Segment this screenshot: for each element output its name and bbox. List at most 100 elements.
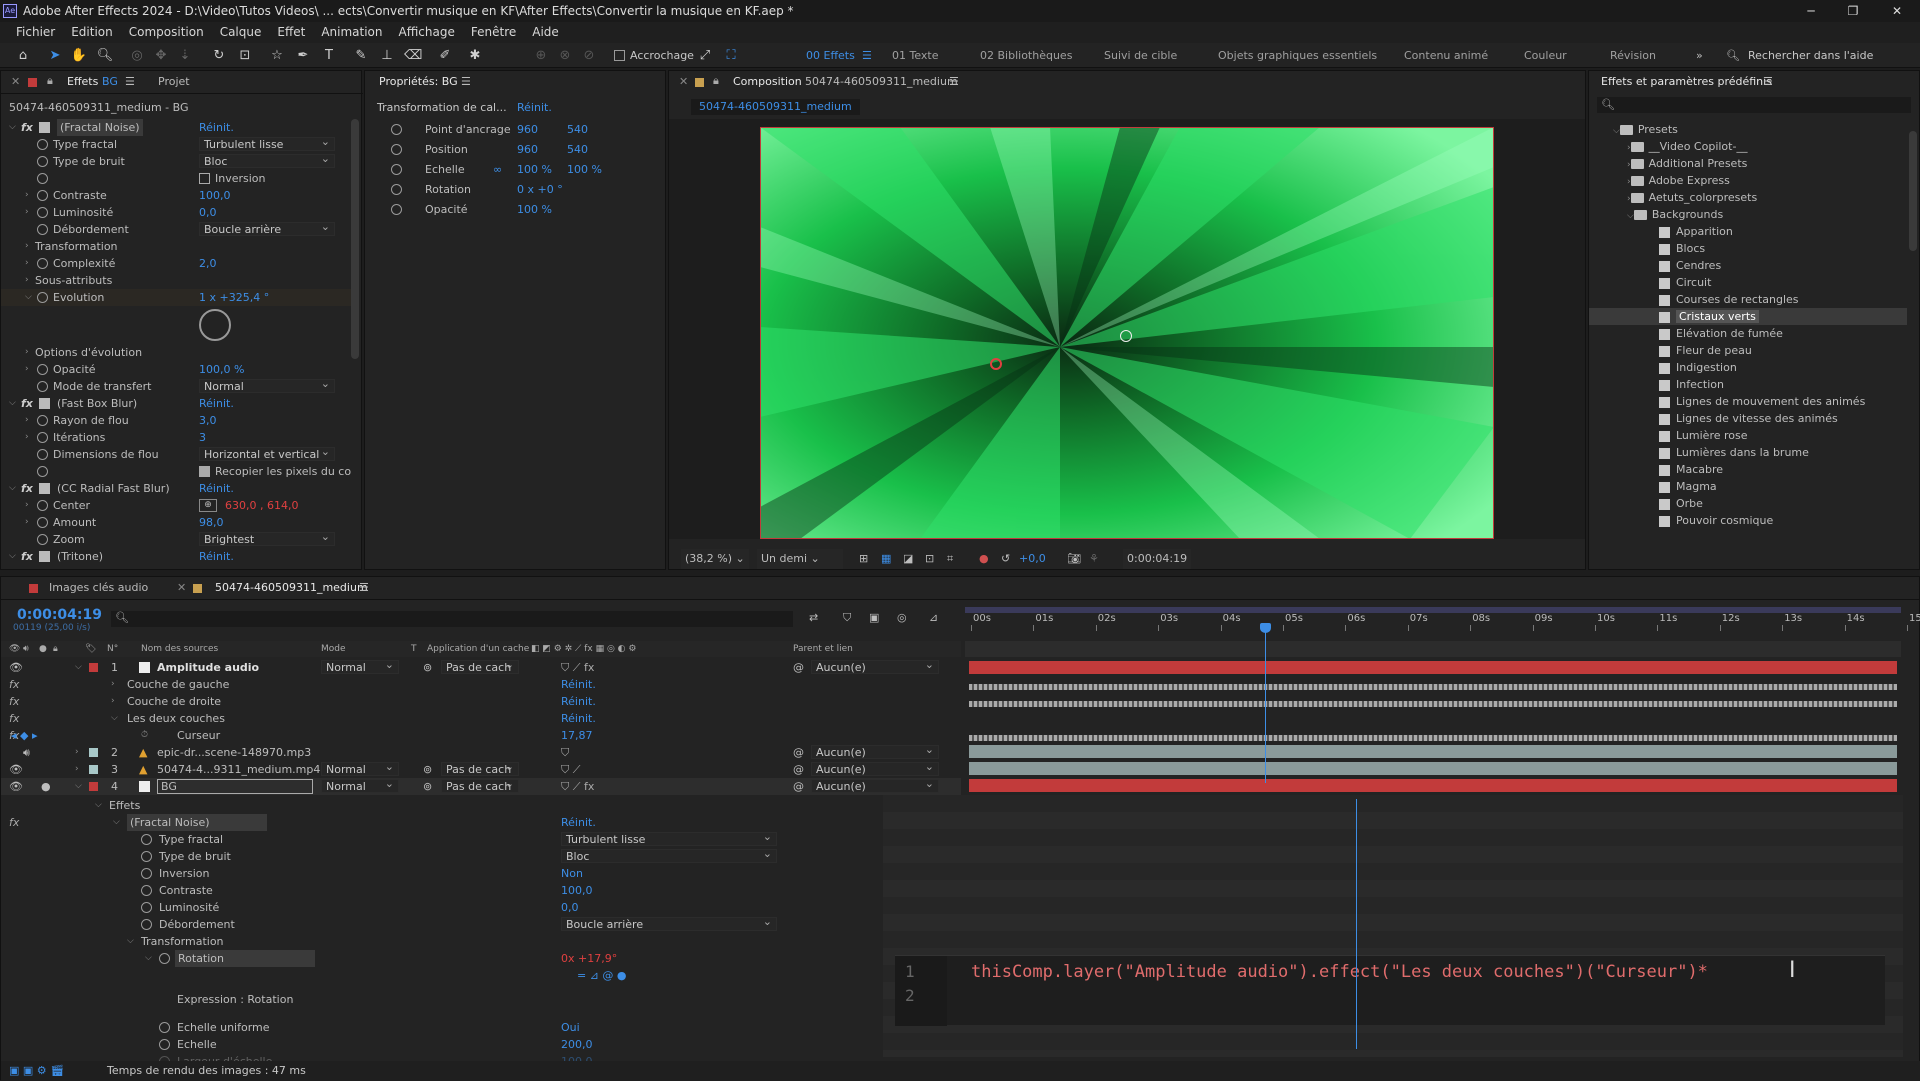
layer-bar-amplitude-audio[interactable] [969, 661, 1897, 674]
resolution-dropdown[interactable]: Un demi ⌄ [757, 549, 843, 569]
keyframes-couche-gauche[interactable] [969, 684, 1897, 690]
sub-effect-value[interactable]: 17,87 [561, 727, 593, 744]
track-matte-icon[interactable]: ⊚ [423, 778, 432, 795]
tab-audio-keyframes[interactable]: Images clés audio [49, 577, 148, 599]
effect-property-row[interactable]: › Sous-attributs [1, 272, 351, 289]
layer-bar-audio[interactable] [969, 745, 1897, 758]
expand-arrow-icon[interactable]: ⌵ [127, 933, 134, 950]
clone-stamp-tool-icon[interactable]: ⊥ [378, 47, 396, 65]
channel-icon[interactable]: ● [979, 549, 989, 569]
layer-label-color[interactable] [89, 663, 98, 672]
visibility-eye-icon[interactable]: 👁︎ [9, 778, 23, 795]
comp-lock-icon[interactable]: 🔒︎ [713, 74, 719, 88]
evolution-dial[interactable] [199, 309, 231, 341]
close-button[interactable]: ✕ [1882, 0, 1912, 22]
stopwatch-icon[interactable] [159, 1039, 170, 1050]
property-dropdown[interactable]: Horizontal et vertical [199, 445, 335, 461]
bg-property-value[interactable]: 0,0 [561, 899, 579, 916]
stopwatch-icon[interactable] [37, 534, 48, 545]
tab-timeline-comp[interactable]: 50474-460509311_medium [215, 577, 368, 599]
effect-property-row[interactable]: Inversion [1, 170, 351, 187]
menu-item[interactable]: Calque [212, 22, 270, 43]
home-icon[interactable]: ⌂ [14, 47, 32, 65]
preset-item[interactable]: Fleur de peau [1589, 342, 1907, 359]
effect-property-row[interactable]: ⌵ fx (Fast Box Blur) Réinit. [1, 395, 351, 412]
axis-local-icon[interactable]: ⊕ [532, 47, 550, 65]
stopwatch-icon[interactable] [37, 415, 48, 426]
timeline-menu-icon[interactable]: ☰ [359, 577, 369, 599]
presets-scrollbar[interactable] [1909, 131, 1917, 251]
effect-property-row[interactable]: › Rayon de flou 3,0 [1, 412, 351, 429]
preset-item[interactable]: Cendres [1589, 257, 1907, 274]
property-value[interactable]: 3 [199, 429, 206, 446]
layer-name[interactable]: epic-dr...scene-148970.mp3 [157, 744, 311, 761]
effect-name[interactable]: (Tritone) [57, 548, 103, 565]
track-matte-icon[interactable]: ⊚ [423, 659, 432, 676]
bg-property-name[interactable]: Effets [109, 797, 140, 814]
grid-guides-icon[interactable]: ⌗ [947, 549, 953, 569]
layer-name[interactable]: Amplitude audio [157, 659, 259, 676]
timeline-layer-row[interactable]: 👁︎ ● ⌵ 4 BG Normal ⊚ Pas de cach ⛉ ⟋ fx @ Aucun(e) [1, 777, 961, 795]
stopwatch-icon[interactable] [37, 449, 48, 460]
stopwatch-icon[interactable] [141, 851, 152, 862]
layer-expand-arrow[interactable]: ⌵ [75, 659, 82, 676]
bg-property-value[interactable]: 100,0 [561, 882, 593, 899]
preset-item[interactable]: Lumières dans la brume [1589, 444, 1907, 461]
playhead[interactable] [1265, 623, 1266, 783]
bg-property-name[interactable]: (Fractal Noise) [127, 814, 267, 831]
bg-property-row[interactable]: ⌵ Transformation [1, 933, 881, 950]
effects-scrollbar[interactable] [351, 119, 359, 359]
expand-arrow-icon[interactable]: ⌵ [9, 119, 16, 136]
pan-behind-tool-icon[interactable]: ⊡ [236, 47, 254, 65]
transform-property-row[interactable]: Rotation 0 x +0 ° [365, 181, 665, 198]
expand-arrow-icon[interactable]: ⌵ [1613, 123, 1620, 140]
stopwatch-icon[interactable] [37, 258, 48, 269]
audio-toggle-icon[interactable]: 🔊︎ [23, 744, 30, 761]
transform-value-1[interactable]: 0 x +0 ° [517, 181, 563, 198]
close-comp-timeline-icon[interactable]: ✕ [177, 577, 186, 599]
preset-item[interactable]: Cristaux verts [1589, 308, 1907, 325]
maximize-button[interactable]: ❐ [1838, 0, 1868, 22]
expression-toggle-icons[interactable]: = ⊿ @ ● [577, 967, 627, 984]
track-matte-dropdown[interactable]: Pas de cach [441, 760, 519, 776]
time-navigator[interactable] [965, 641, 1901, 657]
stopwatch-icon[interactable] [37, 381, 48, 392]
shape-tool-icon[interactable]: ☆ [268, 47, 286, 65]
snap-grid-icon[interactable]: ⛶ [722, 47, 740, 65]
effect-property-row[interactable]: › Options d'évolution [1, 344, 351, 361]
move-tool-icon[interactable]: ✥ [152, 47, 170, 65]
layer-bar-bg[interactable] [969, 779, 1897, 792]
transform-value-2[interactable]: 540 [567, 121, 588, 138]
expand-arrow-icon[interactable]: › [25, 429, 29, 446]
fx-icon[interactable]: fx [21, 395, 33, 412]
expand-arrow-icon[interactable]: ⌵ [111, 710, 118, 727]
properties-menu-icon[interactable]: ☰ [461, 71, 471, 93]
layer-switches[interactable]: ⛉ [561, 744, 569, 761]
timeline-layer-row[interactable]: 👁︎ › 3 ▲ 50474-4...9311_medium.mp4 Normal ⊚ Pas… [1, 760, 961, 778]
brush-tool-icon[interactable]: ✎ [352, 47, 370, 65]
stopwatch-icon[interactable] [37, 292, 48, 303]
bg-property-name[interactable]: Inversion [159, 865, 210, 882]
effect-property-row[interactable]: › Center ⊕ 630,0 , 614,0 [1, 497, 351, 514]
workspace-tab[interactable]: Couleur [1524, 43, 1567, 68]
stopwatch-icon[interactable] [37, 432, 48, 443]
parent-pickwhip-icon[interactable]: @ [793, 761, 804, 778]
orbit-tool-icon[interactable]: ◎ [128, 47, 146, 65]
hand-tool-icon[interactable]: ✋ [70, 47, 88, 65]
bg-property-name[interactable]: Luminosité [159, 899, 219, 916]
expand-arrow-icon[interactable]: ⌵ [145, 950, 152, 967]
expand-arrow-icon[interactable]: ⌵ [9, 395, 16, 412]
effect-property-row[interactable]: Recopier les pixels du co [1, 463, 351, 480]
bg-property-row[interactable]: Inversion Non [1, 865, 881, 882]
transform-property-row[interactable]: Position 960 540 [365, 141, 665, 158]
expand-arrow-icon[interactable]: › [25, 238, 29, 255]
expand-arrow-icon[interactable]: ⏱ [141, 727, 148, 744]
stopwatch-icon[interactable] [37, 364, 48, 375]
fx-toggle-icon[interactable]: fx [9, 710, 19, 727]
stopwatch-icon[interactable] [37, 500, 48, 511]
expand-arrow-icon[interactable]: ⌵ [25, 289, 32, 306]
workspace-tab[interactable]: Objets graphiques essentiels [1218, 43, 1377, 68]
bg-property-name[interactable]: Débordement [159, 916, 235, 933]
property-group-name[interactable]: Transformation [35, 238, 118, 255]
property-dropdown[interactable]: Turbulent lisse [199, 135, 335, 151]
